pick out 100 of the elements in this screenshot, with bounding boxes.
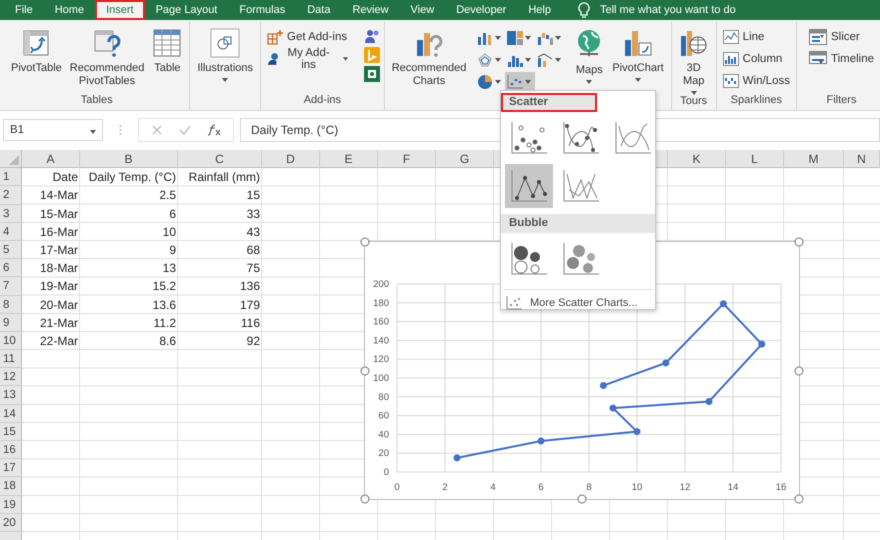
- axis-label: 180: [373, 298, 389, 309]
- column-header[interactable]: E: [320, 150, 378, 168]
- ribbon-button[interactable]: Line: [720, 28, 792, 46]
- app-button[interactable]: [364, 28, 380, 44]
- row-header[interactable]: 8: [0, 296, 22, 314]
- ribbon-button[interactable]: Slicer: [806, 28, 876, 46]
- ribbon-button[interactable]: Maps: [571, 28, 608, 84]
- ribbon-tab[interactable]: View: [400, 0, 446, 20]
- ribbon-tab[interactable]: Home: [44, 0, 96, 20]
- ribbon-button[interactable]: Get Add-ins: [265, 28, 350, 46]
- table-cell: 16-Mar: [40, 224, 78, 239]
- row-header[interactable]: 14: [0, 404, 22, 423]
- grip-icon: [119, 124, 122, 136]
- ribbon-button[interactable]: My Add-ins: [265, 50, 350, 68]
- ribbon-button[interactable]: Timeline: [806, 50, 876, 68]
- row-header[interactable]: 17: [0, 459, 22, 478]
- row-header[interactable]: 11: [0, 350, 22, 368]
- column-header[interactable]: A: [22, 150, 80, 168]
- column-header[interactable]: M: [784, 150, 844, 168]
- table-cell: 179: [240, 298, 260, 312]
- ribbon-button[interactable]: PivotTable: [8, 28, 65, 75]
- chart-option[interactable]: [505, 164, 553, 208]
- column-header[interactable]: N: [844, 150, 880, 168]
- row-header[interactable]: 6: [0, 259, 22, 278]
- column-header[interactable]: D: [262, 150, 320, 168]
- resize-handle[interactable]: [578, 494, 586, 504]
- function-icon[interactable]: [207, 124, 221, 136]
- axis-label: 140: [373, 335, 389, 346]
- menu-section-header: Bubble: [501, 214, 655, 233]
- ribbon-tab[interactable]: Data: [296, 0, 342, 20]
- menu-item[interactable]: More Scatter Charts...: [501, 296, 638, 310]
- row-header[interactable]: 18: [0, 477, 22, 496]
- ribbon-button[interactable]: 3D Map: [676, 28, 712, 95]
- row-header[interactable]: 4: [0, 222, 22, 241]
- timeline-icon: [808, 51, 827, 67]
- ribbon-button[interactable]: Column: [720, 50, 792, 68]
- ribbon-button[interactable]: PivotChart: [609, 28, 667, 82]
- ribbon-button[interactable]: Table: [149, 28, 186, 75]
- row-header[interactable]: 10: [0, 332, 22, 350]
- data-point: [634, 428, 640, 436]
- axis-label: 8: [586, 482, 592, 493]
- ribbon-tab[interactable]: Developer: [445, 0, 518, 20]
- row-header[interactable]: 9: [0, 314, 22, 332]
- resize-handle[interactable]: [794, 494, 804, 504]
- axis-label: 6: [538, 482, 544, 493]
- resize-handle[interactable]: [794, 366, 804, 375]
- row-header[interactable]: 20: [0, 514, 22, 532]
- search-field[interactable]: Tell me what you want to do: [598, 0, 802, 20]
- ribbon-tab[interactable]: Review: [341, 0, 400, 20]
- ribbon-tab[interactable]: File: [4, 0, 44, 20]
- row-header[interactable]: 3: [0, 204, 22, 223]
- ribbon-button[interactable]: Recommended Charts: [388, 28, 470, 88]
- menu-section-header: Scatter: [501, 93, 597, 112]
- ribbon-button[interactable]: Illustrations: [194, 28, 256, 82]
- group-label: Filters: [826, 94, 856, 106]
- ribbon-button[interactable]: Recommended PivotTables: [66, 28, 148, 88]
- data-point: [538, 437, 544, 444]
- caret-icon: [495, 80, 502, 84]
- column-header[interactable]: K: [668, 150, 726, 168]
- group-label: Tables: [80, 94, 113, 106]
- shapes-icon: [210, 28, 240, 58]
- column-header[interactable]: B: [80, 150, 178, 168]
- column-header[interactable]: C: [178, 150, 262, 168]
- ribbon-tab[interactable]: Formulas: [228, 0, 296, 20]
- ribbon-tab[interactable]: Help: [517, 0, 562, 20]
- table-cell: 18-Mar: [40, 261, 78, 276]
- axis-label: 160: [373, 316, 389, 328]
- ribbon-tab[interactable]: Insert: [95, 0, 145, 20]
- app-button[interactable]: [364, 66, 380, 82]
- column-header[interactable]: F: [378, 150, 436, 168]
- column-header[interactable]: G: [436, 150, 494, 168]
- table-cell: 11.2: [154, 316, 176, 330]
- column-chart-icon: [477, 31, 494, 45]
- table-cell: 68: [246, 242, 260, 257]
- row-header[interactable]: 13: [0, 386, 22, 405]
- ribbon-tab[interactable]: Page Layout: [144, 0, 228, 20]
- chart-type-icon: [613, 120, 653, 156]
- row-header[interactable]: 19: [0, 496, 22, 514]
- check-icon[interactable]: [179, 124, 191, 136]
- caret-icon: [525, 36, 532, 40]
- row-header[interactable]: 16: [0, 441, 22, 460]
- ribbon-button[interactable]: Win/Loss: [720, 72, 792, 90]
- chart-type-icon: [509, 120, 549, 156]
- column-header[interactable]: L: [726, 150, 784, 168]
- row-header[interactable]: 7: [0, 277, 22, 296]
- row-header[interactable]: 5: [0, 240, 22, 260]
- data-point: [758, 340, 766, 348]
- row-header[interactable]: 15: [0, 422, 22, 441]
- data-point: [600, 382, 607, 390]
- row-header[interactable]: 1: [0, 168, 22, 186]
- row-header[interactable]: 12: [0, 368, 22, 386]
- table-cell: 15: [246, 188, 260, 202]
- chart-type-button[interactable]: [505, 72, 536, 92]
- table-cell: 75: [246, 261, 260, 276]
- table-cell: 116: [240, 316, 260, 330]
- row-header[interactable]: 2: [0, 186, 22, 205]
- table-cell: 21-Mar: [40, 316, 78, 330]
- name-box[interactable]: B1: [3, 119, 103, 141]
- data-point: [706, 398, 712, 405]
- person-icon: [267, 51, 281, 67]
